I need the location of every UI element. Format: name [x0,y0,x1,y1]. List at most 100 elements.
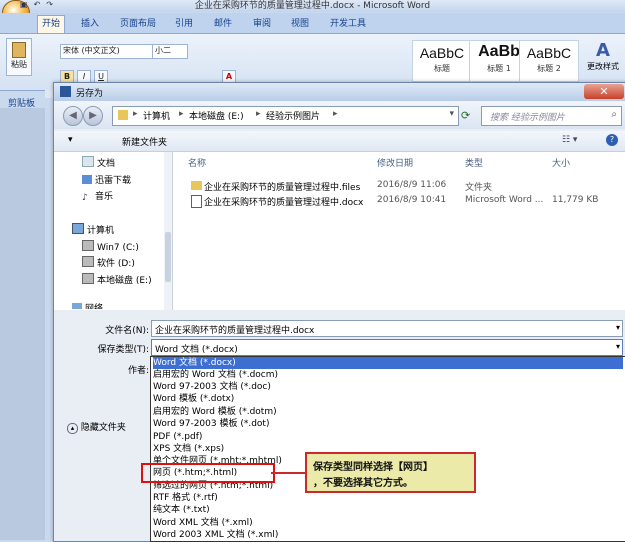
nav-computer[interactable]: 计算机 [72,223,114,236]
tab-insert[interactable]: 插入 [77,16,103,33]
dialog-toolbar: ▾ 新建文件夹 ☷ ▾ ? [54,131,625,152]
scrollbar-thumb[interactable] [165,232,171,282]
style-sample: AaBbC [419,45,465,61]
chevron-right-icon: ▸ [333,109,338,119]
paste-button[interactable]: 粘贴 [6,38,32,76]
nav-label: 计算机 [87,226,115,236]
organize-button[interactable]: ▾ [68,135,73,145]
tab-developer[interactable]: 开发工具 [326,16,370,33]
style-label: 标题 2 [537,64,561,73]
new-folder-button[interactable]: 新建文件夹 [122,135,167,148]
change-styles-button[interactable]: A 更改样式 [583,40,623,72]
nav-network[interactable]: 网络 [72,301,103,309]
nav-label: 音乐 [95,192,114,202]
nav-music[interactable]: ♪ 音乐 [82,189,114,203]
breadcrumb-drive-e[interactable]: 本地磁盘 (E:) [189,109,244,122]
nav-documents[interactable]: 文档 [82,156,115,169]
option-dotm[interactable]: 启用宏的 Word 模板 (*.dotm) [153,406,623,418]
close-icon: ✕ [599,85,609,98]
file-row[interactable]: 企业在采购环节的质量管理过程中.docx 2016/8/9 10:41 Micr… [173,194,625,208]
nav-drive-c[interactable]: Win7 (C:) [82,240,139,253]
annotation-callout: 保存类型同样选择【网页】 ，不要选择其它方式。 [305,452,476,493]
column-modified[interactable]: 修改日期 [377,156,413,169]
download-icon [82,175,92,184]
chevron-down-icon: ▾ [615,323,620,332]
font-size-select[interactable]: 小二 [152,44,188,59]
style-title[interactable]: AaBbC 标题 [412,40,472,82]
documents-icon [82,156,94,167]
quick-access-toolbar: ▣ ↶ ↷ [20,0,53,12]
filetype-dropdown-list: Word 文档 (*.docx) 启用宏的 Word 文档 (*.docm) W… [150,356,625,542]
option-dot[interactable]: Word 97-2003 模板 (*.dot) [153,418,623,430]
breadcrumb-folder[interactable]: 经验示例图片 [266,109,320,122]
callout-text-line1: 保存类型同样选择【网页】 [313,462,433,473]
close-button[interactable]: ✕ [584,84,624,99]
redo-icon[interactable]: ↷ [46,0,53,12]
nav-label: Win7 (C:) [97,243,139,253]
word-window-title: 企业在采购环节的质量管理过程中.docx - Microsoft Word [194,1,431,11]
search-placeholder: 搜索 经验示例图片 [490,113,565,123]
dialog-title-bar: 另存为 ✕ [54,83,625,101]
chevron-up-icon: ▴ [67,423,78,434]
music-icon: ♪ [82,193,88,203]
tab-view[interactable]: 视图 [287,16,313,33]
file-name: 企业在采购环节的质量管理过程中.docx [204,198,364,208]
chevron-down-icon: ▾ [615,342,620,351]
file-list: 名称 修改日期 类型 大小 企业在采购环节的质量管理过程中.files 2016… [173,152,625,310]
tab-review[interactable]: 审阅 [249,16,275,33]
file-row[interactable]: 企业在采购环节的质量管理过程中.files 2016/8/9 11:06 文件夹 [173,179,625,193]
ribbon-tabs: 开始 插入 页面布局 引用 邮件 审阅 视图 开发工具 [0,13,625,34]
filename-input[interactable]: 企业在采购环节的质量管理过程中.docx ▾ [151,320,623,337]
nav-label: 文档 [97,159,116,169]
filetype-select[interactable]: Word 文档 (*.docx) ▾ [151,339,623,356]
nav-drive-e[interactable]: 本地磁盘 (E:) [82,273,152,286]
save-icon[interactable]: ▣ [20,0,28,12]
option-word-2003-xml[interactable]: Word 2003 XML 文档 (*.xml) [153,529,623,541]
column-name[interactable]: 名称 [188,156,206,169]
file-size: 11,779 KB [552,195,599,205]
folder-icon [191,181,202,190]
chevron-down-icon[interactable]: ▾ [449,109,454,119]
option-word-xml[interactable]: Word XML 文档 (*.xml) [153,517,623,529]
nav-scrollbar[interactable] [164,152,172,310]
hide-folders-button[interactable]: ▴ 隐藏文件夹 [67,420,126,434]
tab-page-layout[interactable]: 页面布局 [116,16,160,33]
option-dotx[interactable]: Word 模板 (*.dotx) [153,393,623,405]
tab-references[interactable]: 引用 [171,16,197,33]
change-styles-icon: A [596,40,610,61]
option-rtf[interactable]: RTF 格式 (*.rtf) [153,492,623,504]
navigation-bar: ◀ ▶ ▸ 计算机 ▸ 本地磁盘 (E:) ▸ 经验示例图片 ▸ ▾ ⟳ 搜索 … [54,101,625,129]
tab-home[interactable]: 开始 [37,15,66,33]
forward-button[interactable]: ▶ [83,106,103,126]
file-name: 企业在采购环节的质量管理过程中.files [204,183,361,193]
computer-icon [72,223,84,234]
search-input[interactable]: 搜索 经验示例图片 ⌕ [481,106,622,126]
undo-icon[interactable]: ↶ [34,0,41,12]
view-options-icon[interactable]: ☷ ▾ [562,135,577,145]
style-heading-2[interactable]: AaBbC 标题 2 [519,40,579,82]
breadcrumb-computer[interactable]: 计算机 [143,109,170,122]
nav-drive-d[interactable]: 软件 (D:) [82,256,135,269]
dialog-title: 另存为 [76,89,104,99]
back-button[interactable]: ◀ [63,106,83,126]
refresh-icon[interactable]: ⟳ [461,109,470,122]
option-txt[interactable]: 纯文本 (*.txt) [153,504,623,516]
nav-downloads[interactable]: 迅雷下载 [82,173,131,186]
option-docm[interactable]: 启用宏的 Word 文档 (*.docm) [153,369,623,381]
file-type: 文件夹 [465,183,493,193]
option-docx[interactable]: Word 文档 (*.docx) [153,357,623,369]
column-type[interactable]: 类型 [465,156,483,169]
option-pdf[interactable]: PDF (*.pdf) [153,431,623,443]
address-bar[interactable]: ▸ 计算机 ▸ 本地磁盘 (E:) ▸ 经验示例图片 ▸ ▾ [112,106,459,126]
help-icon[interactable]: ? [606,134,618,146]
file-type: Microsoft Word ... [465,195,544,205]
hide-folders-label: 隐藏文件夹 [80,423,126,433]
column-size[interactable]: 大小 [552,156,570,169]
option-doc[interactable]: Word 97-2003 文档 (*.doc) [153,381,623,393]
filename-value: 企业在采购环节的质量管理过程中.docx [155,326,315,336]
callout-pointer [271,472,305,474]
font-name-select[interactable]: 宋体 (中文正文) [60,44,154,59]
file-modified: 2016/8/9 11:06 [377,180,447,190]
chevron-right-icon: ▸ [256,109,261,119]
tab-mailings[interactable]: 邮件 [210,16,236,33]
